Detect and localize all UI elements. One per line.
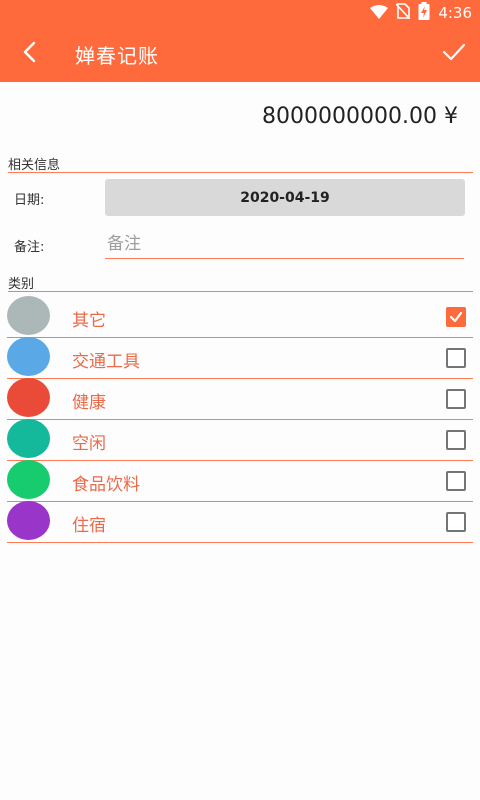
section-info-label: 相关信息 xyxy=(8,158,61,173)
section-category-divider xyxy=(8,291,473,292)
category-checkbox[interactable] xyxy=(446,471,466,491)
category-color-dot xyxy=(7,296,50,335)
note-input[interactable] xyxy=(105,229,464,259)
category-checkbox[interactable] xyxy=(446,430,466,450)
date-picker-button[interactable]: 2020-04-19 xyxy=(105,179,465,216)
no-sim-icon xyxy=(395,3,411,23)
category-row-other[interactable]: 其它 xyxy=(7,296,473,338)
category-color-dot xyxy=(7,460,50,499)
status-bar: 4:36 xyxy=(0,0,480,26)
confirm-button[interactable] xyxy=(436,36,472,72)
category-color-dot xyxy=(7,419,50,458)
category-label: 住宿 xyxy=(72,516,106,536)
category-color-dot xyxy=(7,337,50,376)
category-label: 健康 xyxy=(72,393,106,413)
category-checkbox[interactable] xyxy=(446,348,466,368)
category-checkbox[interactable] xyxy=(446,307,466,327)
category-row-transport[interactable]: 交通工具 xyxy=(7,337,473,379)
check-mark-icon xyxy=(449,311,463,323)
status-icons: 4:36 xyxy=(370,2,472,24)
category-color-dot xyxy=(7,501,50,540)
category-label: 交通工具 xyxy=(72,352,140,372)
category-label: 其它 xyxy=(72,311,106,331)
back-arrow-icon xyxy=(22,41,38,67)
back-button[interactable] xyxy=(14,38,46,70)
category-color-dot xyxy=(7,378,50,417)
status-time: 4:36 xyxy=(438,4,472,22)
category-row-health[interactable]: 健康 xyxy=(7,378,473,420)
section-info-divider xyxy=(8,172,473,173)
category-label: 食品饮料 xyxy=(72,475,140,495)
wifi-icon xyxy=(370,4,389,23)
category-label: 空闲 xyxy=(72,434,106,454)
category-row-lodging[interactable]: 住宿 xyxy=(7,501,473,543)
page-title: 婵春记账 xyxy=(75,44,159,68)
section-category-label: 类别 xyxy=(8,277,35,292)
note-label: 备注: xyxy=(14,240,45,255)
category-checkbox[interactable] xyxy=(446,512,466,532)
checkmark-icon xyxy=(442,42,466,66)
category-checkbox[interactable] xyxy=(446,389,466,409)
category-row-food[interactable]: 食品饮料 xyxy=(7,460,473,502)
battery-charging-icon xyxy=(418,2,430,24)
date-label: 日期: xyxy=(14,193,45,208)
category-row-leisure[interactable]: 空闲 xyxy=(7,419,473,461)
amount-display[interactable]: 8000000000.00 ¥ xyxy=(262,104,458,129)
app-bar: 婵春记账 xyxy=(0,26,480,82)
